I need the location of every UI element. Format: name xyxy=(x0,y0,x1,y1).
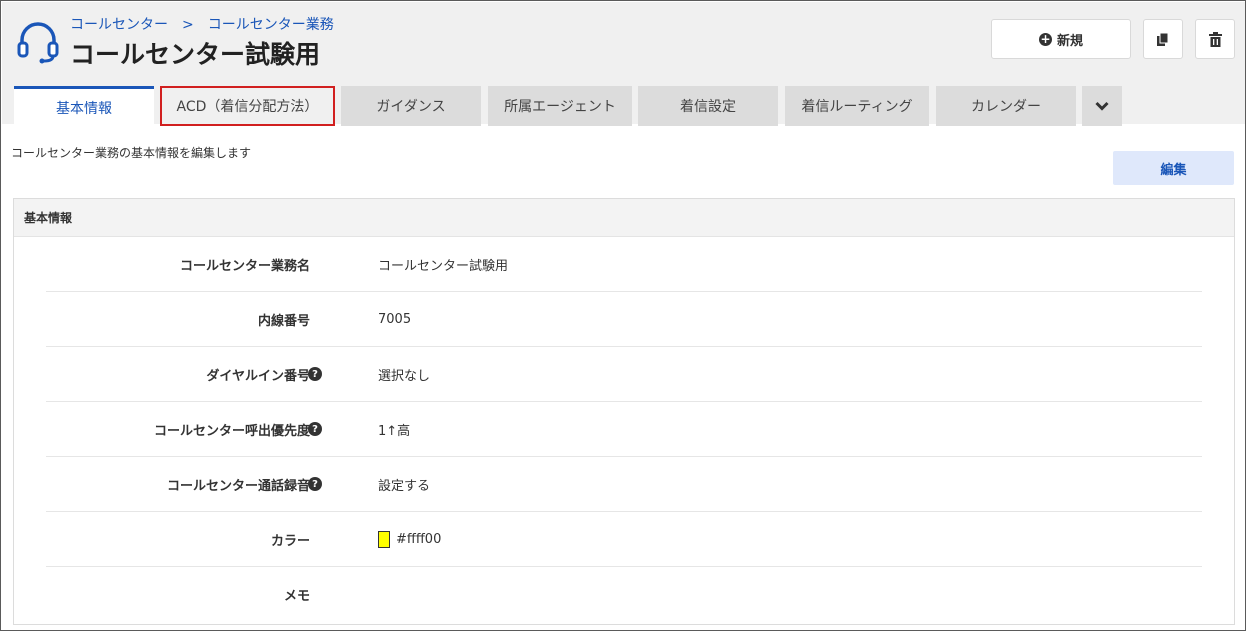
page-description: コールセンター業務の基本情報を編集します xyxy=(11,146,252,160)
field-row-recording: コールセンター通話録音 ? 設定する xyxy=(46,457,1202,512)
field-label: コールセンター通話録音 xyxy=(166,479,310,494)
basic-info-panel: 基本情報 コールセンター業務名 コールセンター試験用 内線番号 7005 ダイヤ… xyxy=(13,198,1235,625)
page-header: コールセンター > コールセンター業務 コールセンター試験用 + 新規 基本情報 xyxy=(2,2,1245,126)
field-label: ダイヤルイン番号 xyxy=(206,369,310,384)
chevron-down-icon xyxy=(1095,101,1109,111)
field-value: コールセンター試験用 xyxy=(378,259,509,274)
field-value-color: #ffff00 xyxy=(378,512,441,567)
help-icon[interactable]: ? xyxy=(308,422,322,436)
field-row-memo: メモ xyxy=(46,567,1202,622)
tab-acd[interactable]: ACD（着信分配方法） xyxy=(160,86,335,126)
color-swatch xyxy=(378,531,390,548)
trash-icon xyxy=(1208,31,1222,47)
headset-icon xyxy=(17,22,59,64)
field-label: カラー xyxy=(270,534,310,549)
more-tabs-button[interactable] xyxy=(1082,86,1122,126)
tab-guidance[interactable]: ガイダンス xyxy=(341,86,481,126)
field-value: 1↑高 xyxy=(378,424,411,439)
field-row-color: カラー #ffff00 xyxy=(46,512,1202,567)
breadcrumb: コールセンター > コールセンター業務 xyxy=(70,14,334,34)
tab-incoming-routing[interactable]: 着信ルーティング xyxy=(785,86,929,126)
field-row-dial-in: ダイヤルイン番号 ? 選択なし xyxy=(46,347,1202,402)
field-label: 内線番号 xyxy=(257,314,310,329)
page-title: コールセンター試験用 xyxy=(70,40,321,69)
field-label: コールセンター呼出優先度 xyxy=(153,424,310,439)
plus-circle-icon: + xyxy=(1038,31,1052,46)
help-icon[interactable]: ? xyxy=(308,367,322,381)
copy-icon xyxy=(1157,32,1169,46)
field-row-job-name: コールセンター業務名 コールセンター試験用 xyxy=(46,237,1202,292)
tab-incoming-settings[interactable]: 着信設定 xyxy=(638,86,778,126)
field-row-priority: コールセンター呼出優先度 ? 1↑高 xyxy=(46,402,1202,457)
app-window: コールセンター > コールセンター業務 コールセンター試験用 + 新規 基本情報 xyxy=(0,0,1246,631)
field-value: 7005 xyxy=(378,312,412,327)
field-row-extension: 内線番号 7005 xyxy=(46,292,1202,347)
color-value-text: #ffff00 xyxy=(396,532,442,547)
tab-agents[interactable]: 所属エージェント xyxy=(488,86,632,126)
breadcrumb-item-callcenter[interactable]: コールセンター xyxy=(70,17,168,33)
tab-basic-info[interactable]: 基本情報 xyxy=(14,86,154,126)
breadcrumb-separator: > xyxy=(182,17,194,33)
edit-button[interactable]: 編集 xyxy=(1113,151,1234,185)
new-button[interactable]: + 新規 xyxy=(991,19,1131,59)
panel-title: 基本情報 xyxy=(14,199,1234,237)
new-button-label: 新規 xyxy=(1056,33,1083,49)
field-value: 選択なし xyxy=(378,369,431,384)
field-value: 設定する xyxy=(378,479,431,494)
help-icon[interactable]: ? xyxy=(308,477,322,491)
tab-calendar[interactable]: カレンダー xyxy=(936,86,1076,126)
field-label: コールセンター業務名 xyxy=(179,259,310,274)
field-label: メモ xyxy=(283,589,310,604)
breadcrumb-item-callcenter-jobs[interactable]: コールセンター業務 xyxy=(208,17,334,33)
delete-button[interactable] xyxy=(1195,19,1235,59)
copy-button[interactable] xyxy=(1143,19,1183,59)
